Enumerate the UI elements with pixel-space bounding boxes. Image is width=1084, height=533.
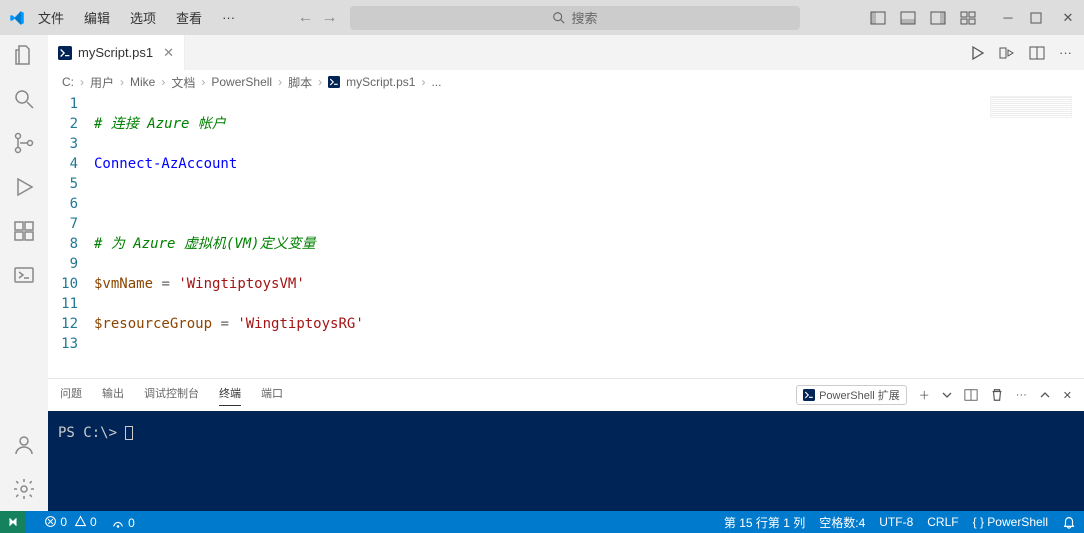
- bc-6: myScript.ps1: [346, 75, 415, 89]
- status-ports[interactable]: 0: [111, 515, 135, 530]
- status-language[interactable]: { } PowerShell: [973, 515, 1048, 529]
- terminal-type-label: PowerShell 扩展: [819, 387, 900, 403]
- activity-bar: [0, 35, 48, 511]
- window-maximize-icon[interactable]: [1030, 12, 1046, 24]
- terminal-cursor: [125, 426, 133, 440]
- panel: 问题 输出 调试控制台 终端 端口 PowerShell 扩展 ＋ ···: [48, 378, 1084, 511]
- new-terminal-icon[interactable]: ＋: [919, 387, 930, 403]
- bc-7: ...: [431, 75, 441, 89]
- split-editor-icon[interactable]: [1029, 45, 1045, 61]
- layout-bottom-icon[interactable]: [900, 10, 916, 26]
- code-l1: # 连接 Azure 帐户: [94, 116, 226, 132]
- minimap[interactable]: [990, 96, 1072, 118]
- window-close-icon[interactable]: ✕: [1060, 10, 1076, 26]
- run-icon[interactable]: [969, 45, 985, 61]
- tab-label: myScript.ps1: [78, 45, 153, 60]
- notifications-icon[interactable]: [1062, 515, 1076, 529]
- extensions-icon[interactable]: [12, 219, 36, 243]
- nav-back-icon[interactable]: ←: [298, 9, 314, 27]
- tab-bar: myScript.ps1 ✕ ···: [48, 35, 1084, 70]
- nav-forward-icon[interactable]: →: [322, 9, 338, 27]
- menu-edit[interactable]: 编辑: [76, 4, 118, 31]
- status-position[interactable]: 第 15 行第 1 列: [724, 514, 805, 531]
- search-placeholder: 搜索: [572, 8, 598, 27]
- status-eol[interactable]: CRLF: [927, 515, 958, 529]
- layout-right-icon[interactable]: [930, 10, 946, 26]
- status-ports-count: 0: [128, 516, 135, 530]
- powershell-badge-icon: [803, 389, 815, 401]
- account-icon[interactable]: [12, 433, 36, 457]
- tab-myscript[interactable]: myScript.ps1 ✕: [48, 35, 185, 70]
- line-numbers: 12345678910111213: [48, 94, 94, 378]
- code-area[interactable]: # 连接 Azure 帐户 Connect-AzAccount # 为 Azur…: [94, 94, 1084, 378]
- code-l6-str: 'WingtiptoysRG': [237, 316, 363, 332]
- panel-tab-terminal[interactable]: 终端: [219, 385, 241, 406]
- menu-file[interactable]: 文件: [30, 4, 72, 31]
- status-encoding[interactable]: UTF-8: [879, 515, 913, 529]
- code-l5-var: $vmName: [94, 276, 153, 292]
- code-l6-var: $resourceGroup: [94, 316, 212, 332]
- panel-tab-output[interactable]: 输出: [102, 385, 124, 405]
- code-l2: Connect-AzAccount: [94, 156, 237, 172]
- terminal[interactable]: PS C:\>: [48, 411, 1084, 511]
- bc-0: C:: [62, 75, 74, 89]
- layout-left-icon[interactable]: [870, 10, 886, 26]
- bc-4: PowerShell: [211, 75, 272, 89]
- panel-tab-debug[interactable]: 调试控制台: [144, 385, 199, 405]
- bc-3: 文档: [171, 74, 195, 91]
- bc-1: 用户: [90, 74, 114, 91]
- code-l4: # 为 Azure 虚拟机(VM)定义变量: [94, 236, 316, 252]
- breadcrumb[interactable]: C:› 用户› Mike› 文档› PowerShell› 脚本› myScri…: [48, 70, 1084, 94]
- run-debug-icon[interactable]: [12, 175, 36, 199]
- status-warnings-count: 0: [90, 515, 97, 529]
- editor[interactable]: 12345678910111213 # 连接 Azure 帐户 Connect-…: [48, 94, 1084, 378]
- panel-maximize-icon[interactable]: [1039, 389, 1051, 401]
- tab-close-icon[interactable]: ✕: [163, 45, 174, 61]
- statusbar: 0 0 0 第 15 行第 1 列 空格数:4 UTF-8 CRLF { } P…: [0, 511, 1084, 533]
- kill-terminal-icon[interactable]: [990, 388, 1004, 402]
- bc-5: 脚本: [288, 74, 312, 91]
- panel-tab-problems[interactable]: 问题: [60, 385, 82, 405]
- status-errors-count: 0: [60, 515, 67, 529]
- titlebar: 文件 编辑 选项 查看 ··· ← → 搜索 ─ ✕: [0, 0, 1084, 35]
- powershell-file-icon: [58, 46, 72, 60]
- status-spaces[interactable]: 空格数:4: [819, 514, 865, 531]
- explorer-icon[interactable]: [12, 43, 36, 67]
- split-terminal-icon[interactable]: [964, 388, 978, 402]
- menu-options[interactable]: 选项: [122, 4, 164, 31]
- settings-icon[interactable]: [12, 477, 36, 501]
- code-l6-op: =: [212, 316, 237, 332]
- window-minimize-icon[interactable]: ─: [1000, 10, 1016, 25]
- menu-more[interactable]: ···: [214, 6, 243, 29]
- panel-close-icon[interactable]: ✕: [1063, 389, 1072, 402]
- search-box[interactable]: 搜索: [350, 6, 800, 30]
- terminal-more-icon[interactable]: ···: [1016, 389, 1027, 401]
- search-side-icon[interactable]: [12, 87, 36, 111]
- vscode-icon: [8, 9, 26, 27]
- search-icon: [552, 11, 566, 25]
- status-lang-label: PowerShell: [987, 515, 1048, 529]
- powershell-side-icon[interactable]: [12, 263, 36, 287]
- menu-view[interactable]: 查看: [168, 4, 210, 31]
- bc-2: Mike: [130, 75, 155, 89]
- status-errors[interactable]: 0 0: [44, 515, 97, 529]
- powershell-file-icon: [328, 76, 340, 88]
- layout-custom-icon[interactable]: [960, 10, 976, 26]
- panel-tab-ports[interactable]: 端口: [261, 385, 283, 405]
- editor-more-icon[interactable]: ···: [1059, 45, 1072, 61]
- run-selection-icon[interactable]: [999, 45, 1015, 61]
- terminal-dropdown-icon[interactable]: [942, 390, 952, 400]
- code-l5-str: 'WingtiptoysVM': [178, 276, 304, 292]
- terminal-type-badge[interactable]: PowerShell 扩展: [796, 385, 907, 405]
- terminal-prompt: PS C:\>: [58, 425, 125, 441]
- remote-icon[interactable]: [0, 511, 26, 533]
- source-control-icon[interactable]: [12, 131, 36, 155]
- code-l5-op: =: [153, 276, 178, 292]
